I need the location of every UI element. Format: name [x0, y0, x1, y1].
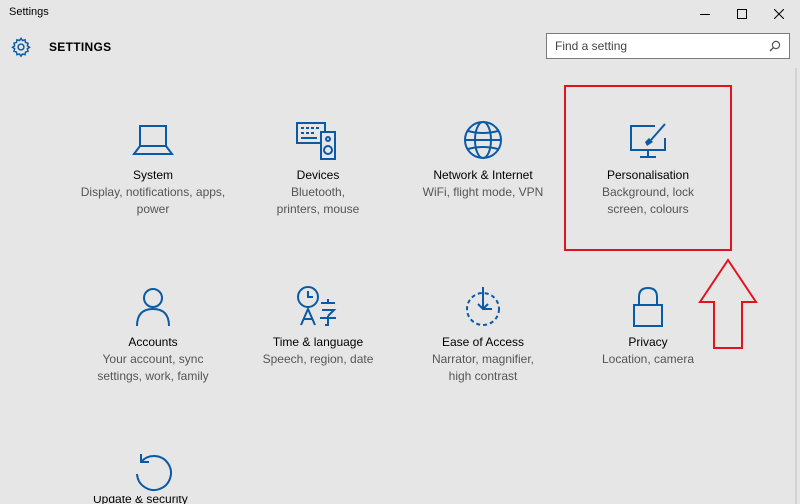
scrollbar[interactable] — [790, 68, 800, 504]
laptop-icon — [132, 125, 174, 155]
category-name: Network & Internet — [433, 168, 533, 182]
category-name-partial: Update & security — [93, 496, 188, 504]
maximize-icon — [737, 9, 747, 19]
title-bar: Settings — [0, 0, 800, 28]
category-time-language[interactable]: Time & language Speech, region, date — [233, 285, 403, 395]
highlight-rectangle — [564, 85, 732, 251]
search-input[interactable] — [547, 34, 765, 58]
minimize-button[interactable] — [687, 0, 723, 28]
maximize-button[interactable] — [724, 0, 760, 28]
update-icon — [136, 454, 172, 491]
annotation-arrow — [698, 258, 758, 349]
category-name: System — [132, 168, 173, 182]
category-description: Narrator, magnifier, high contrast — [431, 352, 535, 383]
window-title: Settings — [9, 6, 49, 18]
category-system[interactable]: System Display, notifications, apps, pow… — [68, 118, 238, 228]
category-name: Time & language — [272, 335, 364, 349]
gear-icon — [11, 36, 31, 58]
category-name: Devices — [296, 168, 340, 182]
category-description: Speech, region, date — [262, 352, 374, 366]
globe-icon — [464, 121, 502, 159]
category-name: Accounts — [128, 335, 178, 349]
search-box[interactable] — [546, 33, 790, 59]
devices-icon — [296, 122, 336, 160]
category-description: Display, notifications, apps, power — [80, 185, 226, 216]
page-title: SETTINGS — [49, 40, 112, 54]
person-icon — [136, 288, 170, 327]
category-description: Location, camera — [601, 352, 695, 366]
minimize-icon — [700, 14, 710, 15]
category-description: WiFi, flight mode, VPN — [422, 185, 544, 199]
close-button[interactable] — [761, 0, 797, 28]
category-devices[interactable]: Devices Bluetooth, printers, mouse — [233, 118, 403, 228]
category-description: Bluetooth, printers, mouse — [276, 185, 360, 216]
ease-of-access-icon — [466, 287, 500, 326]
category-name: Ease of Access — [441, 335, 525, 349]
category-network-internet[interactable]: Network & Internet WiFi, flight mode, VP… — [398, 118, 568, 228]
close-icon — [774, 9, 784, 19]
category-ease-of-access[interactable]: Ease of Access Narrator, magnifier, high… — [398, 285, 568, 395]
lock-icon — [633, 286, 663, 327]
time-language-icon — [297, 286, 337, 326]
category-description: Your account, sync settings, work, famil… — [97, 352, 209, 383]
category-accounts[interactable]: Accounts Your account, sync settings, wo… — [68, 285, 238, 395]
search-icon[interactable] — [769, 40, 781, 52]
